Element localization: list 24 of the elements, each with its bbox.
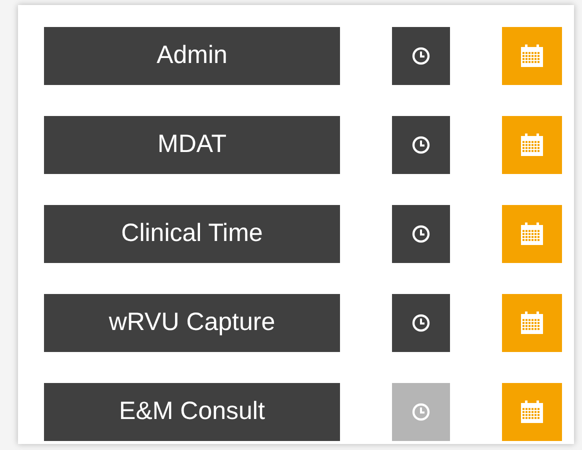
calendar-button[interactable] bbox=[502, 116, 562, 174]
calendar-icon bbox=[519, 132, 545, 158]
clock-icon bbox=[411, 402, 431, 422]
clock-icon bbox=[411, 135, 431, 155]
calendar-button[interactable] bbox=[502, 383, 562, 441]
timer-button[interactable] bbox=[392, 294, 450, 352]
clock-icon bbox=[411, 313, 431, 333]
clock-icon bbox=[411, 224, 431, 244]
calendar-button[interactable] bbox=[502, 205, 562, 263]
calendar-icon bbox=[519, 221, 545, 247]
calendar-icon bbox=[519, 310, 545, 336]
clock-icon bbox=[411, 46, 431, 66]
timer-button[interactable] bbox=[392, 27, 450, 85]
category-button[interactable]: wRVU Capture bbox=[44, 294, 340, 352]
category-button[interactable]: Admin bbox=[44, 27, 340, 85]
calendar-icon bbox=[519, 43, 545, 69]
timer-button[interactable] bbox=[392, 205, 450, 263]
category-button[interactable]: Clinical Time bbox=[44, 205, 340, 263]
timer-button[interactable] bbox=[392, 116, 450, 174]
calendar-button[interactable] bbox=[502, 294, 562, 352]
calendar-button[interactable] bbox=[502, 27, 562, 85]
category-button[interactable]: E&M Consult bbox=[44, 383, 340, 441]
calendar-icon bbox=[519, 399, 545, 425]
category-button[interactable]: MDAT bbox=[44, 116, 340, 174]
